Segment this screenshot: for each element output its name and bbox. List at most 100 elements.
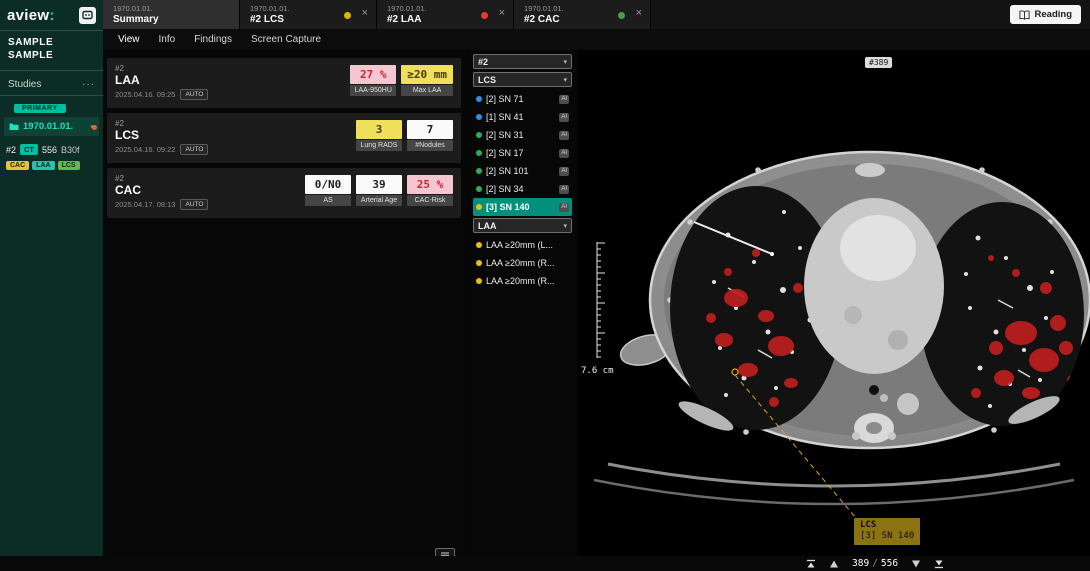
laa-dot — [476, 242, 482, 248]
findings-panel: #2 ▾ LCS ▾ [2] SN 71 AI [1] SN 41 AI [2]… — [470, 50, 575, 571]
series-number: #2 — [6, 145, 16, 155]
metric: 39 Arterial Age — [356, 175, 402, 206]
close-icon[interactable]: × — [499, 8, 505, 19]
nodule-annotation[interactable]: LCS [3] SN 140 — [854, 518, 920, 545]
laa-select-value: LAA — [478, 221, 497, 231]
status-dot — [344, 12, 351, 19]
laa-dot — [476, 278, 482, 284]
menu-info[interactable]: Info — [159, 34, 176, 45]
menu-view[interactable]: View — [118, 34, 140, 45]
laa-label: LAA ≥20mm (R... — [486, 258, 554, 268]
summary-card-lcs[interactable]: #2 LCS 2025.04.16. 09:22 AUTO 3 Lung RAD… — [107, 113, 461, 163]
metric-value: 27 % — [350, 65, 396, 84]
card-metrics: 0/N0 AS 39 Arterial Age 25 % CAC-Risk — [305, 175, 453, 206]
close-icon[interactable]: × — [636, 8, 642, 19]
metric-label: LAA-950HU — [350, 85, 396, 96]
laa-row[interactable]: LAA ≥20mm (R... — [473, 254, 572, 272]
tab-cac[interactable]: 1970.01.01. #2 CAC × — [514, 0, 651, 29]
tab-laa[interactable]: 1970.01.01. #2 LAA × — [377, 0, 514, 29]
metric-label: CAC-Risk — [407, 195, 453, 206]
auto-badge: AUTO — [180, 199, 208, 210]
nodule-label: [2] SN 34 — [486, 184, 524, 194]
next-slice-icon[interactable] — [911, 559, 921, 569]
ct-viewport[interactable]: #389 7.6 cm LCS [3] SN 140 — [578, 50, 1090, 556]
patient-name: SAMPLE — [8, 36, 95, 49]
slice-number-tag: #389 — [865, 57, 892, 68]
chevron-down-icon: ▾ — [563, 222, 567, 230]
series-select[interactable]: #2 ▾ — [473, 54, 572, 69]
metric-value: ≥20 mm — [401, 65, 453, 84]
badge-lcs: LCS — [58, 161, 80, 170]
auto-badge: AUTO — [180, 144, 208, 155]
status-dot — [618, 12, 625, 19]
more-icon[interactable]: ··· — [82, 82, 95, 88]
app-window: aview: SAMPLE SAMPLE Studies ··· PRIMARY… — [0, 0, 1090, 571]
menu-findings[interactable]: Findings — [194, 34, 232, 45]
summary-card-cac[interactable]: #2 CAC 2025.04.17. 08:13 AUTO 0/N0 AS 39… — [107, 168, 461, 218]
reading-button[interactable]: Reading — [1010, 5, 1081, 24]
study-row[interactable]: 1970.01.01. ▾ — [4, 117, 99, 136]
chevron-down-icon: ▾ — [563, 76, 567, 84]
tab-lcs[interactable]: 1970.01.01. #2 LCS × — [240, 0, 377, 29]
laa-row[interactable]: LAA ≥20mm (R... — [473, 272, 572, 290]
previous-slice-icon[interactable] — [829, 559, 839, 569]
ai-badge: AI — [559, 203, 569, 212]
slice-navigation: 389/556 — [806, 556, 944, 571]
nodule-dot — [476, 204, 482, 210]
patient-id: SAMPLE — [8, 49, 95, 62]
metric: 27 % LAA-950HU — [350, 65, 396, 96]
metric: 0/N0 AS — [305, 175, 351, 206]
card-metrics: 27 % LAA-950HU ≥20 mm Max LAA — [350, 65, 453, 96]
metric-label: Lung RADS — [356, 140, 402, 151]
card-metrics: 3 Lung RADS 7 #Nodules — [356, 120, 453, 151]
ai-badge: AI — [559, 149, 569, 158]
last-slice-icon[interactable] — [934, 559, 944, 569]
annotation-module: LCS — [860, 520, 914, 531]
folder-icon — [9, 122, 19, 131]
first-slice-icon[interactable] — [806, 559, 816, 569]
laa-row[interactable]: LAA ≥20mm (L... — [473, 236, 572, 254]
nodule-row[interactable]: [2] SN 34 AI — [473, 180, 572, 198]
nodule-row[interactable]: [2] SN 31 AI — [473, 126, 572, 144]
nodule-row[interactable]: [2] SN 101 AI — [473, 162, 572, 180]
studies-header: Studies ··· — [0, 71, 103, 96]
metric-label: Arterial Age — [356, 195, 402, 206]
ai-badge: AI — [559, 167, 569, 176]
nodule-dot — [476, 96, 482, 102]
tab-date: 1970.01.01. — [524, 4, 642, 13]
alert-dot — [92, 125, 97, 130]
close-icon[interactable]: × — [362, 8, 368, 19]
nodule-row[interactable]: [2] SN 17 AI — [473, 144, 572, 162]
tab-date: 1970.01.01. — [113, 4, 231, 13]
status-dot — [481, 12, 488, 19]
metric-value: 0/N0 — [305, 175, 351, 194]
nodule-dot — [476, 168, 482, 174]
metric: 25 % CAC-Risk — [407, 175, 453, 206]
series-row[interactable]: #2 CT 556 B30f — [0, 136, 103, 157]
laa-label: LAA ≥20mm (R... — [486, 276, 554, 286]
scale-ruler — [584, 242, 610, 362]
laa-group-select[interactable]: LAA ▾ — [473, 218, 572, 233]
metric-label: AS — [305, 195, 351, 206]
nodule-dot — [476, 132, 482, 138]
nodule-row-selected[interactable]: [3] SN 140 AI — [473, 198, 572, 216]
reading-label: Reading — [1035, 9, 1072, 20]
nodule-label: [3] SN 140 — [486, 202, 530, 212]
logo-row: aview: — [0, 0, 103, 30]
modality-badge: CT — [20, 144, 38, 155]
slice-total: 556 — [881, 558, 898, 569]
slice-counter: 389/556 — [852, 558, 898, 569]
menu-screen-capture[interactable]: Screen Capture — [251, 34, 321, 45]
ai-badge: AI — [559, 185, 569, 194]
nodule-row[interactable]: [2] SN 71 AI — [473, 90, 572, 108]
ai-badge: AI — [559, 95, 569, 104]
metric: 3 Lung RADS — [356, 120, 402, 151]
badge-cac: CAC — [6, 161, 29, 170]
nodule-row[interactable]: [1] SN 41 AI — [473, 108, 572, 126]
summary-card-laa[interactable]: #2 LAA 2025.04.16. 09:25 AUTO 27 % LAA-9… — [107, 58, 461, 108]
lcs-group-select[interactable]: LCS ▾ — [473, 72, 572, 87]
metric-value: 25 % — [407, 175, 453, 194]
auto-badge: AUTO — [180, 89, 208, 100]
tab-summary[interactable]: 1970.01.01. Summary — [103, 0, 240, 29]
sidebar: aview: SAMPLE SAMPLE Studies ··· PRIMARY… — [0, 0, 103, 565]
